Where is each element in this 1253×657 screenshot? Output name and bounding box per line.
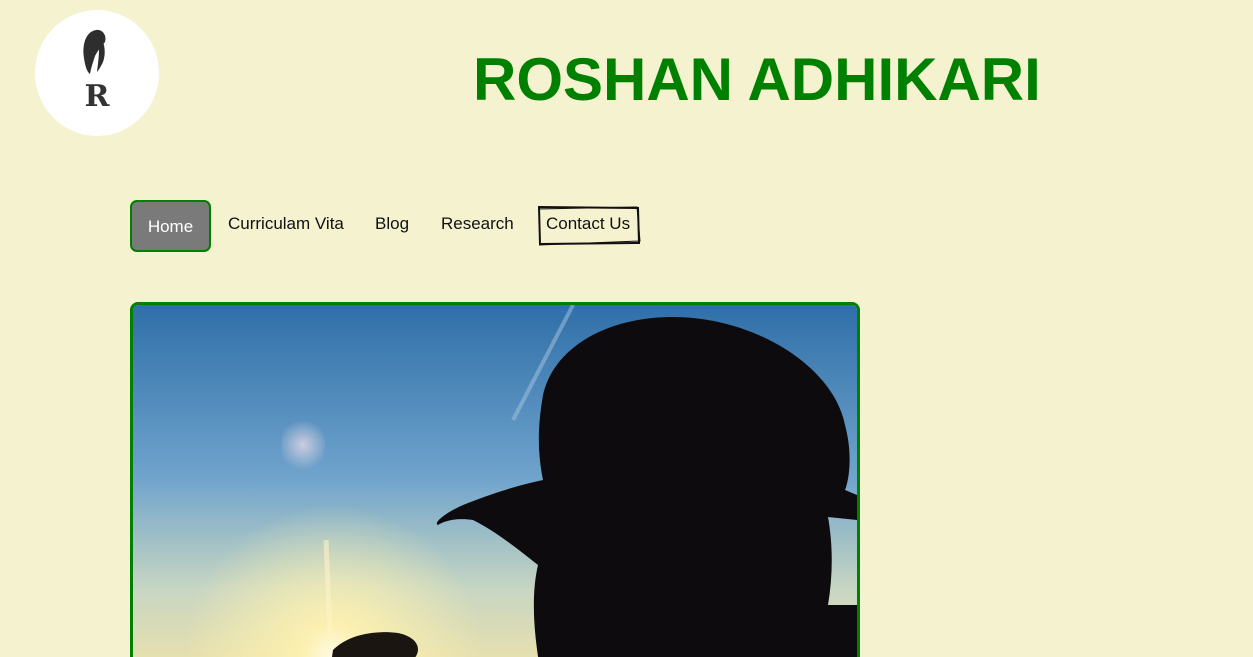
nav-research[interactable]: Research xyxy=(441,215,514,232)
silhouette-photo xyxy=(133,305,857,657)
nav-contact-label: Contact Us xyxy=(546,214,631,233)
site-title: ROSHAN ADHIKARI xyxy=(473,46,1041,113)
logo-letter: R xyxy=(84,79,110,114)
nav-contact-us[interactable]: Contact Us xyxy=(537,206,641,246)
nav-curriculum-vita[interactable]: Curriculam Vita xyxy=(228,215,344,232)
hero-image xyxy=(130,302,860,657)
site-logo[interactable]: R xyxy=(35,10,159,136)
page: R ROSHAN ADHIKARI Home Curriculam Vita B… xyxy=(0,0,1253,657)
nav-blog[interactable]: Blog xyxy=(375,215,409,232)
hair-brush-icon xyxy=(83,29,106,74)
nav-home[interactable]: Home xyxy=(130,200,211,252)
